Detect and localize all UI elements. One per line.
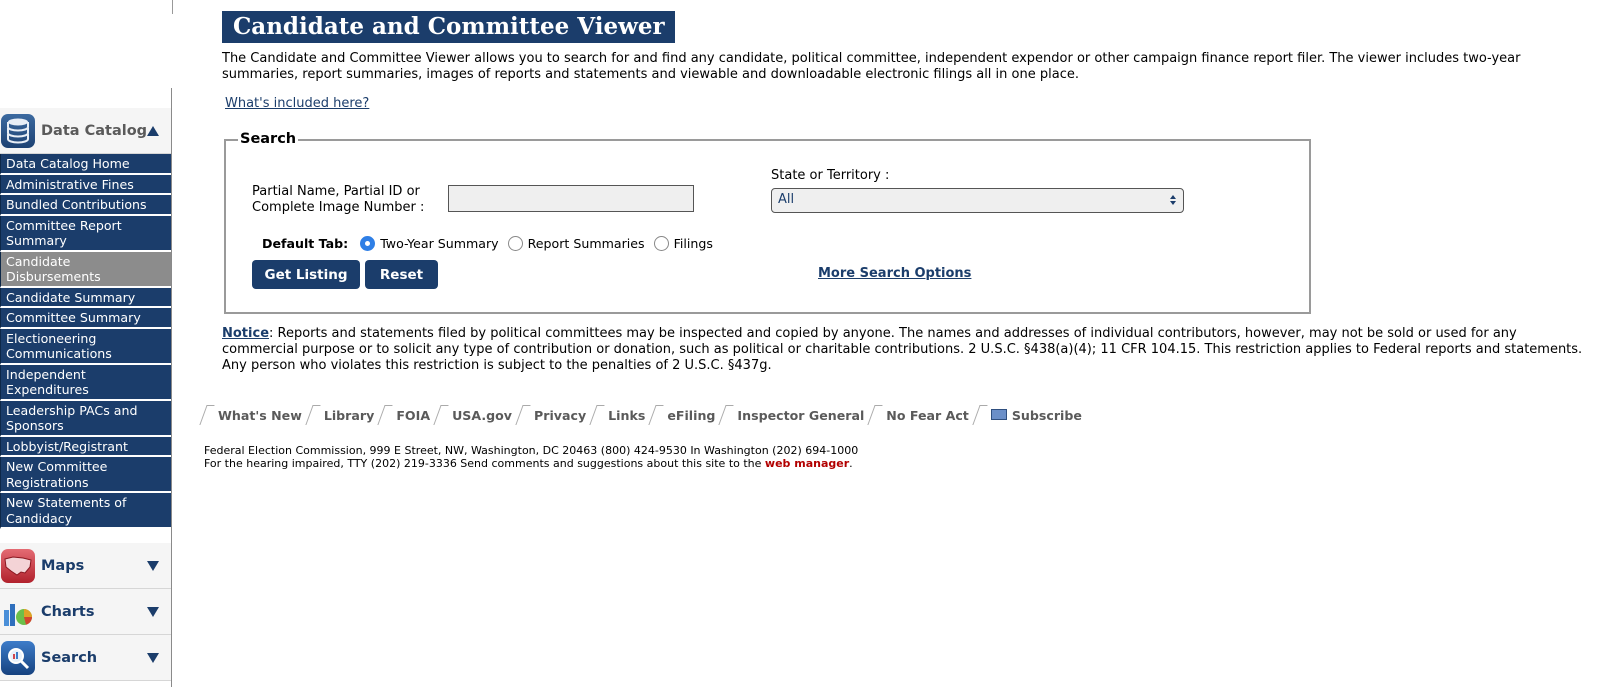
charts-title: Charts	[41, 603, 95, 620]
footer-link-label: USA.gov	[452, 408, 513, 423]
notice-paragraph: Notice: Reports and statements filed by …	[222, 326, 1592, 374]
main-content: Candidate and Committee Viewer The Candi…	[222, 11, 1592, 111]
chevron-down-icon	[147, 560, 159, 571]
footer-link-library[interactable]: Library	[305, 405, 375, 425]
notice-text: : Reports and statements filed by politi…	[222, 326, 1583, 373]
chevron-up-icon	[147, 125, 159, 136]
envelope-icon	[990, 409, 1007, 420]
web-manager-link[interactable]: web manager	[765, 457, 849, 470]
sidebar: Data Catalog Data Catalog Home Administr…	[0, 88, 172, 687]
chevron-down-icon	[147, 652, 159, 663]
whats-included-link[interactable]: What's included here?	[225, 96, 369, 111]
sidebar-item-candidate-summary[interactable]: Candidate Summary	[0, 287, 171, 308]
footer-link-efiling[interactable]: eFiling	[648, 405, 716, 425]
charts-header[interactable]: Charts	[0, 589, 171, 635]
sidebar-item-committee-report-summary[interactable]: Committee Report Summary	[0, 215, 171, 252]
footer-link-links[interactable]: Links	[589, 405, 646, 425]
state-select[interactable]: All	[771, 188, 1184, 213]
radio-report-summaries[interactable]	[507, 236, 523, 251]
footer-link-label: Links	[608, 408, 646, 423]
intro-text: The Candidate and Committee Viewer allow…	[222, 51, 1521, 82]
sidebar-item-independent-expenditures[interactable]: Independent Expenditures	[0, 364, 171, 401]
sidebar-item-lobbyist-registrant[interactable]: Lobbyist/Registrant	[0, 436, 171, 457]
footer-link-foia[interactable]: FOIA	[377, 405, 431, 425]
name-label-line-1: Partial Name, Partial ID or	[252, 184, 420, 199]
footer-nav: What's New Library FOIA USA.gov Privacy …	[199, 405, 1089, 425]
name-field-label: Partial Name, Partial ID or Complete Ima…	[252, 184, 424, 216]
search-legend: Search	[238, 131, 299, 147]
footer-tty-line: For the hearing impaired, TTY (202) 219-…	[204, 457, 858, 470]
search-form: Search Partial Name, Partial ID or Compl…	[224, 131, 1311, 314]
radio-label-report-summaries: Report Summaries	[527, 236, 645, 251]
footer-link-label: Subscribe	[1011, 408, 1082, 423]
footer-link-no-fear-act[interactable]: No Fear Act	[867, 405, 969, 425]
state-label: State or Territory :	[771, 168, 890, 183]
radio-two-year-summary[interactable]	[360, 236, 376, 251]
data-catalog-menu: Data Catalog Home Administrative Fines B…	[0, 154, 171, 529]
footer-period: .	[849, 457, 853, 470]
notice-link[interactable]: Notice	[222, 326, 269, 341]
footer-link-label: What's New	[218, 408, 302, 423]
footer-link-label: No Fear Act	[886, 408, 969, 423]
footer-link-label: Inspector General	[737, 408, 865, 423]
sidebar-item-data-catalog-home[interactable]: Data Catalog Home	[0, 154, 171, 175]
maps-header[interactable]: Maps	[0, 543, 171, 589]
sidebar-item-committee-summary[interactable]: Committee Summary	[0, 308, 171, 329]
select-arrows-icon	[1169, 195, 1177, 206]
default-tab-row: Default Tab: Two-Year Summary Report Sum…	[262, 236, 722, 251]
radio-label-filings: Filings	[673, 236, 713, 251]
sidebar-item-leadership-pacs[interactable]: Leadership PACs and Sponsors	[0, 400, 171, 437]
sidebar-item-bundled-contributions[interactable]: Bundled Contributions	[0, 195, 171, 216]
footer-link-subscribe[interactable]: Subscribe	[972, 405, 1082, 425]
radio-label-two-year-summary: Two-Year Summary	[380, 236, 499, 251]
reset-button[interactable]: Reset	[365, 260, 438, 289]
footer-link-privacy[interactable]: Privacy	[515, 405, 587, 425]
sidebar-item-new-statements-of-candidacy[interactable]: New Statements of Candidacy	[0, 493, 171, 529]
footer-link-label: FOIA	[396, 408, 431, 423]
database-icon	[1, 113, 35, 148]
radio-filings[interactable]	[653, 236, 669, 251]
search-header[interactable]: Search	[0, 635, 171, 681]
page-title: Candidate and Committee Viewer	[222, 11, 675, 43]
sidebar-item-administrative-fines[interactable]: Administrative Fines	[0, 174, 171, 195]
name-label-line-2: Complete Image Number :	[252, 200, 425, 215]
get-listing-button[interactable]: Get Listing	[252, 260, 360, 289]
footer-contact: Federal Election Commission, 999 E Stree…	[204, 444, 858, 470]
footer-link-label: eFiling	[667, 408, 716, 423]
search-title: Search	[41, 649, 98, 666]
top-divider	[172, 0, 173, 14]
footer-tty-text: For the hearing impaired, TTY (202) 219-…	[204, 457, 765, 470]
more-search-options-link[interactable]: More Search Options	[818, 266, 971, 281]
magnifier-icon	[1, 640, 35, 675]
pie-chart-icon	[1, 594, 35, 629]
data-catalog-title: Data Catalog	[41, 122, 148, 139]
default-tab-label: Default Tab:	[262, 236, 349, 251]
chevron-down-icon	[147, 606, 159, 617]
state-selected-value: All	[778, 192, 795, 207]
maps-title: Maps	[41, 557, 85, 574]
footer-link-inspector-general[interactable]: Inspector General	[718, 405, 865, 425]
footer-link-label: Library	[323, 408, 375, 423]
sidebar-item-candidate-disbursements[interactable]: Candidate Disbursements	[0, 251, 171, 288]
name-search-input[interactable]	[448, 185, 694, 212]
footer-address: Federal Election Commission, 999 E Stree…	[204, 444, 859, 457]
footer-link-whats-new[interactable]: What's New	[199, 405, 302, 425]
data-catalog-header[interactable]: Data Catalog	[0, 108, 171, 154]
sidebar-item-new-committee-registrations[interactable]: New Committee Registrations	[0, 457, 171, 493]
us-map-icon	[1, 548, 35, 583]
footer-link-label: Privacy	[534, 408, 587, 423]
sidebar-item-electioneering-communications[interactable]: Electioneering Communications	[0, 328, 171, 365]
footer-link-usagov[interactable]: USA.gov	[433, 405, 513, 425]
